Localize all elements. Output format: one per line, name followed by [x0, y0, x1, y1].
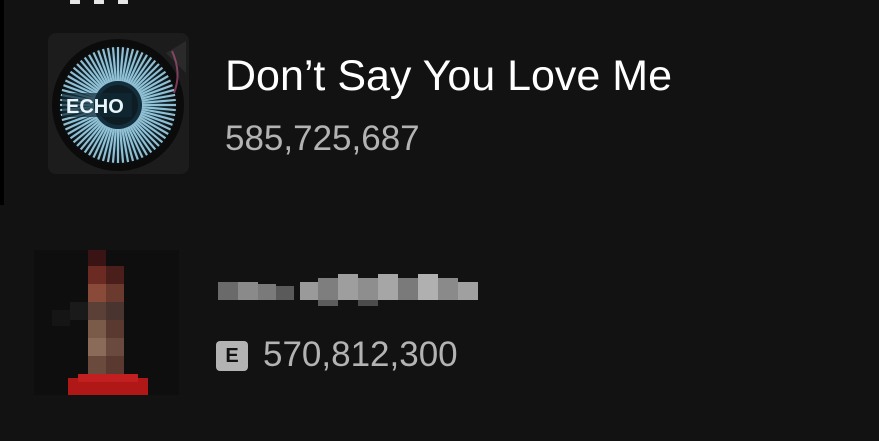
play-count: 585,725,687 — [225, 119, 420, 158]
explicit-badge: E — [216, 341, 248, 371]
pixelated-title — [218, 274, 478, 306]
track-row[interactable]: E 570,812,300 — [0, 248, 879, 398]
section-heading-fragment — [70, 0, 190, 4]
cover-logo-text: ECHO — [66, 96, 124, 118]
popular-tracks-list: ECHO Don’t Say You Love Me 585,725,687 E… — [0, 0, 879, 441]
album-cover-pixelated[interactable] — [34, 250, 179, 395]
track-title[interactable]: Don’t Say You Love Me — [225, 50, 672, 102]
album-cover-echo[interactable]: ECHO — [48, 33, 189, 174]
track-title-redacted[interactable] — [214, 268, 489, 310]
play-count: 570,812,300 — [263, 335, 458, 374]
album-cover-art: ECHO — [48, 33, 189, 174]
track-row[interactable]: ECHO Don’t Say You Love Me 585,725,687 — [0, 32, 879, 177]
pixelated-cover-art — [34, 250, 179, 395]
